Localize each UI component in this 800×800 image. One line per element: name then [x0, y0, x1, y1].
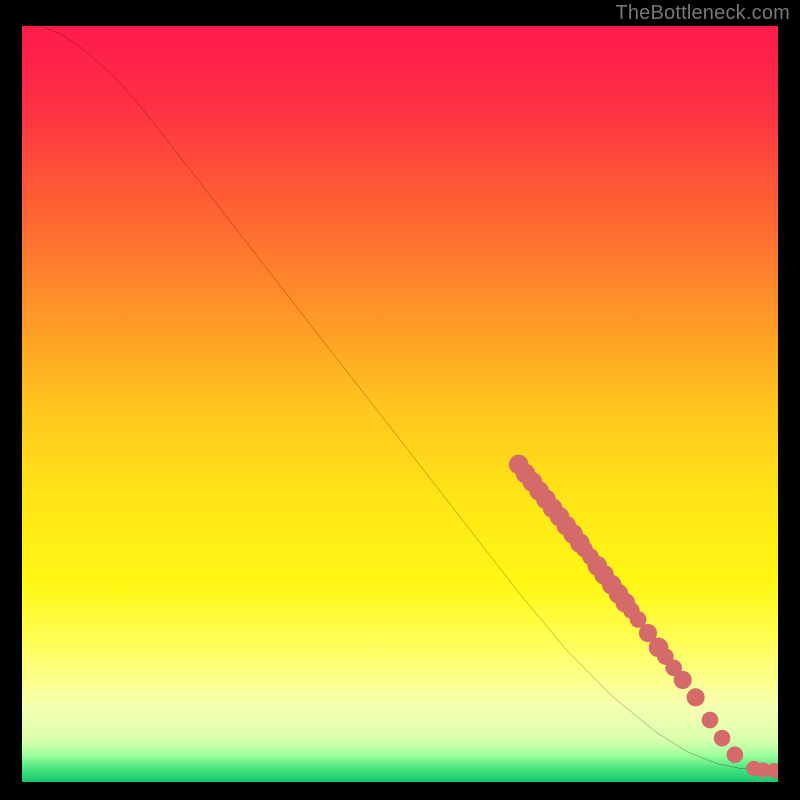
data-marker — [702, 712, 719, 729]
data-marker — [727, 746, 744, 763]
data-marker — [687, 688, 705, 706]
chart-stage: TheBottleneck.com — [0, 0, 800, 800]
watermark-text: TheBottleneck.com — [615, 2, 790, 25]
gradient-background — [22, 26, 778, 782]
chart-plot — [22, 26, 778, 782]
data-marker — [674, 671, 692, 689]
data-marker — [714, 730, 731, 747]
